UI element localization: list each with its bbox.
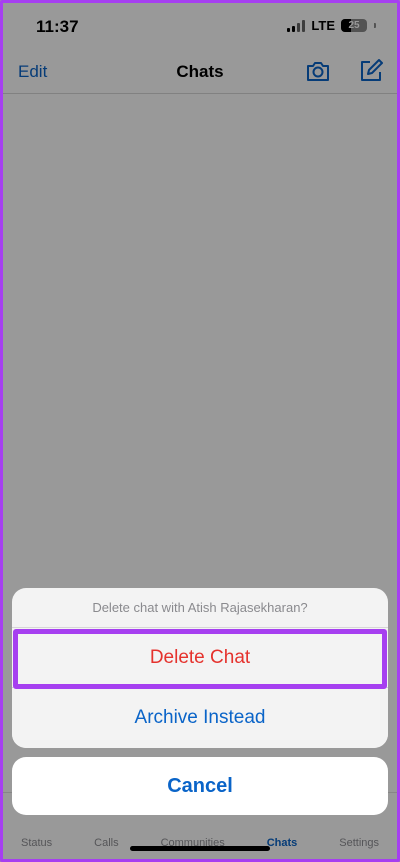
home-indicator[interactable] bbox=[130, 846, 270, 851]
cancel-button[interactable]: Cancel bbox=[12, 757, 388, 815]
dim-overlay-top bbox=[0, 0, 400, 94]
action-sheet: Delete chat with Atish Rajasekharan? Del… bbox=[12, 588, 388, 748]
archive-instead-button[interactable]: Archive Instead bbox=[12, 688, 388, 748]
action-sheet-title: Delete chat with Atish Rajasekharan? bbox=[12, 588, 388, 628]
delete-chat-button[interactable]: Delete Chat bbox=[12, 628, 388, 688]
